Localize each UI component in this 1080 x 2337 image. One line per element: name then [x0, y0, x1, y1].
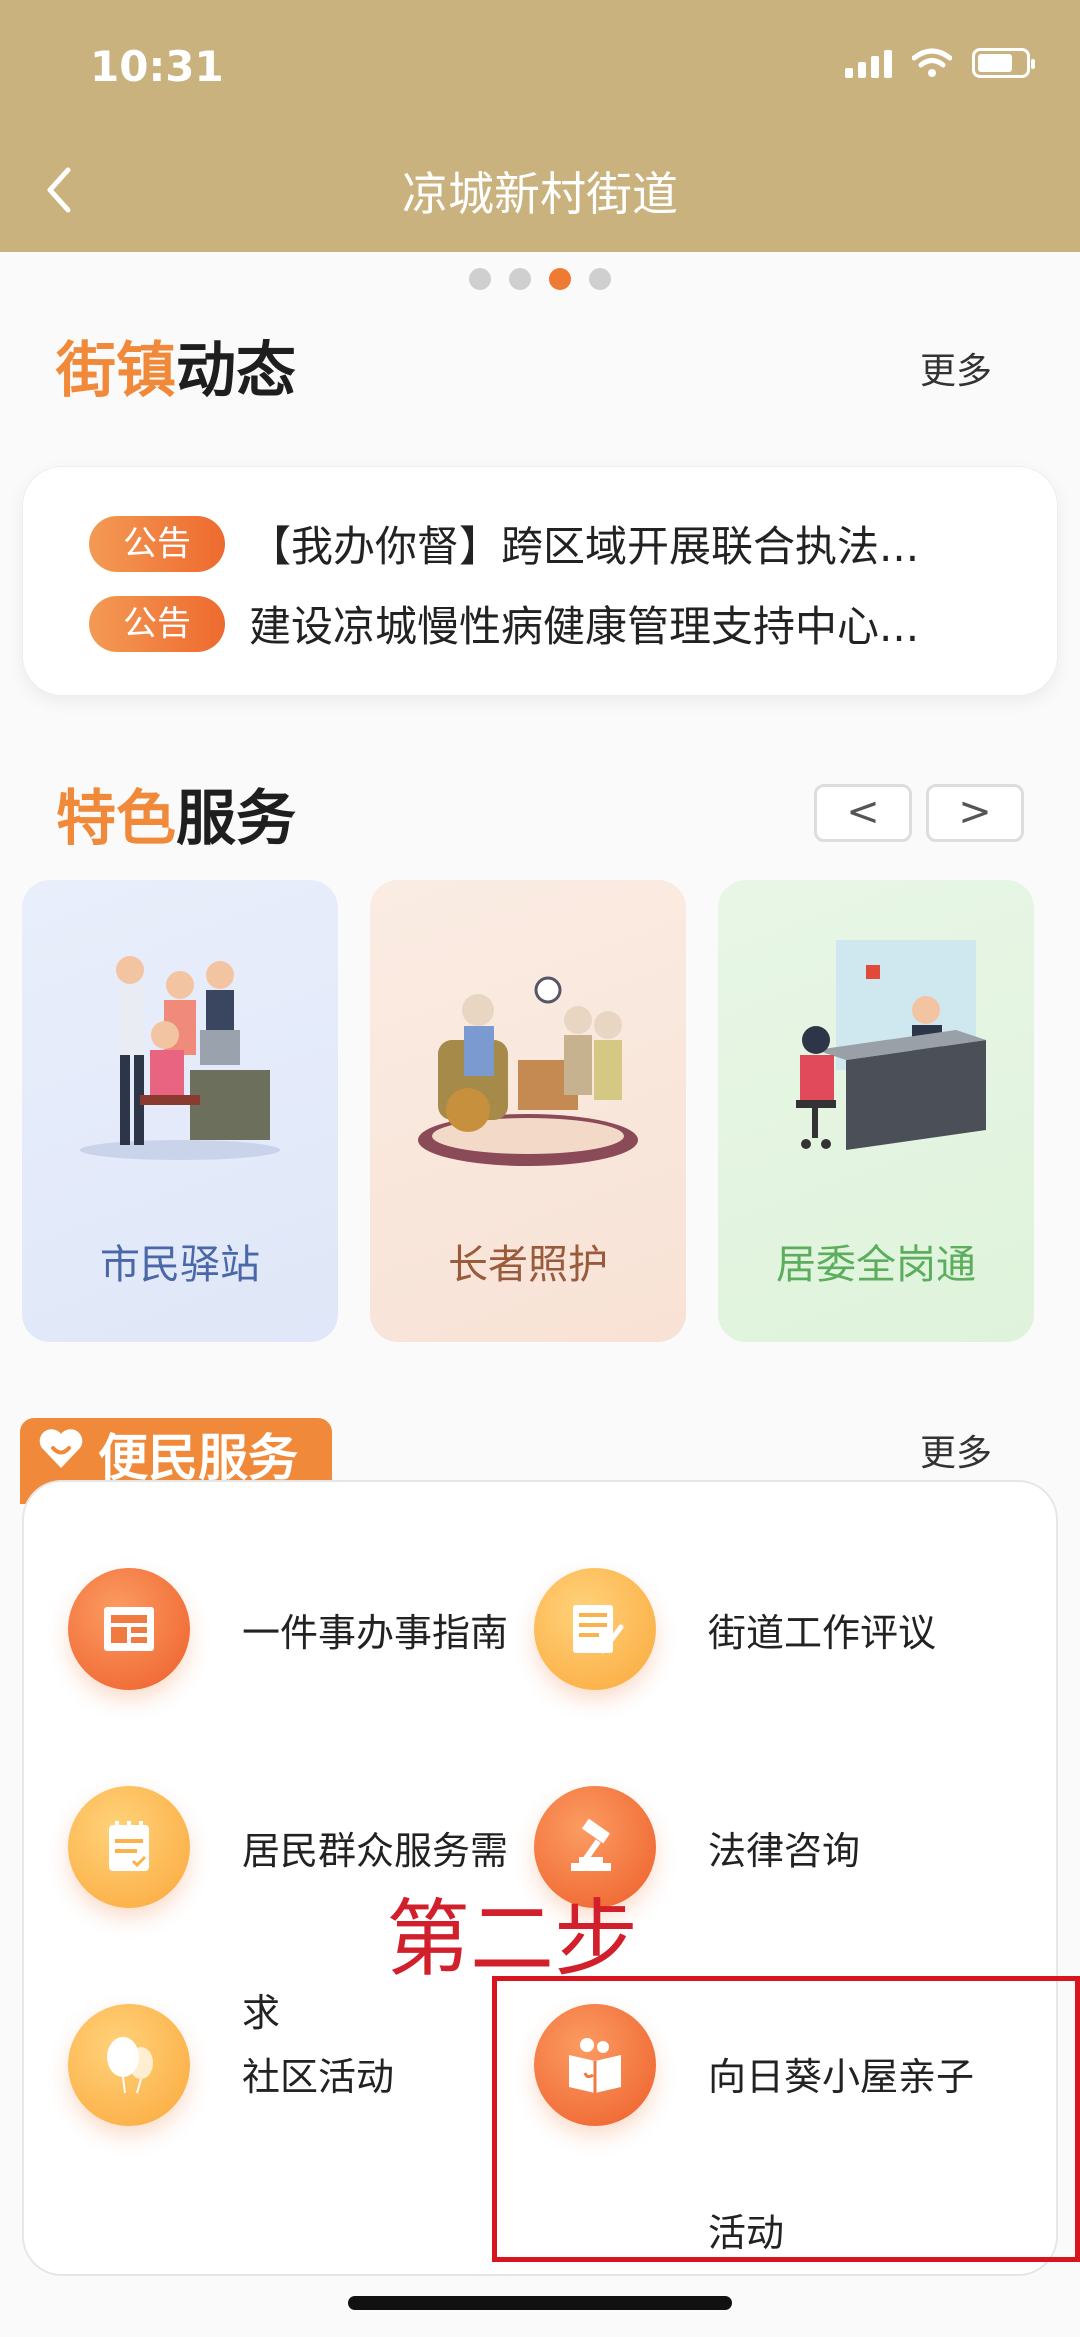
news-headline: 建设凉城慢性病健康管理支持中心...: [249, 602, 920, 651]
news-title-accent: 街镇: [56, 336, 176, 406]
step-annotation: 第二步: [386, 1890, 639, 1988]
heart-icon: [39, 1429, 83, 1468]
notice-badge: 公告: [89, 515, 225, 572]
feature-label: 市民驿站: [100, 1242, 260, 1288]
feature-card-elderly-care[interactable]: 长者照护: [370, 880, 686, 1342]
feature-title-rest: 服务: [176, 784, 296, 854]
feature-card-citizen-station[interactable]: 市民驿站: [22, 880, 338, 1342]
service-counter-illustration: [796, 940, 986, 1150]
service-label[interactable]: 法律咨询: [708, 1820, 860, 1875]
convenience-more-link[interactable]: 更多: [920, 1424, 992, 1476]
banner-pager: [0, 268, 1080, 290]
news-card: 公告 【我办你督】跨区域开展联合执法... 公告 建设凉城慢性病健康管理支持中心…: [22, 466, 1058, 696]
pager-dot[interactable]: [589, 268, 611, 290]
feature-prev-button[interactable]: <: [814, 784, 912, 842]
feature-title-accent: 特色: [56, 784, 176, 854]
news-more-link[interactable]: 更多: [920, 342, 992, 394]
notice-badge: 公告: [89, 595, 225, 652]
notepad-icon[interactable]: [68, 1786, 190, 1908]
status-time: 10:31: [90, 42, 224, 91]
feature-label: 长者照护: [448, 1242, 608, 1288]
elderly-care-illustration: [418, 976, 638, 1166]
news-item[interactable]: 公告 建设凉城慢性病健康管理支持中心...: [89, 593, 919, 654]
service-label[interactable]: 一件事办事指南: [242, 1602, 508, 1657]
app-header: 10:31 凉城新村街道: [0, 0, 1080, 252]
pager-dot[interactable]: [469, 268, 491, 290]
news-section-title: 街镇动态: [56, 322, 296, 409]
battery-icon: [972, 48, 1035, 78]
news-item[interactable]: 公告 【我办你督】跨区域开展联合执法...: [89, 513, 919, 574]
service-label-continued[interactable]: 求: [242, 1982, 280, 2037]
feature-section-title: 特色服务: [56, 770, 296, 857]
pager-dot-active[interactable]: [549, 268, 571, 290]
service-label[interactable]: 社区活动: [242, 2046, 394, 2101]
highlight-box: [492, 1976, 1080, 2262]
feature-next-button[interactable]: >: [926, 784, 1024, 842]
office-team-illustration: [80, 956, 280, 1160]
service-label[interactable]: 居民群众服务需: [242, 1820, 508, 1875]
signal-icon: [845, 48, 892, 78]
feature-label: 居委全岗通: [776, 1242, 976, 1288]
news-title-rest: 动态: [176, 336, 296, 406]
document-icon[interactable]: [68, 1568, 190, 1690]
balloon-icon[interactable]: [68, 2004, 190, 2126]
wifi-icon: [912, 48, 952, 77]
home-indicator[interactable]: [348, 2296, 732, 2310]
service-label[interactable]: 街道工作评议: [708, 1602, 936, 1657]
status-icons: [845, 48, 1035, 78]
list-pen-icon[interactable]: [534, 1568, 656, 1690]
pager-dot[interactable]: [509, 268, 531, 290]
feature-card-residents-committee[interactable]: 居委全岗通: [718, 880, 1034, 1342]
news-headline: 【我办你督】跨区域开展联合执法...: [249, 522, 920, 571]
page-title: 凉城新村街道: [402, 167, 678, 221]
